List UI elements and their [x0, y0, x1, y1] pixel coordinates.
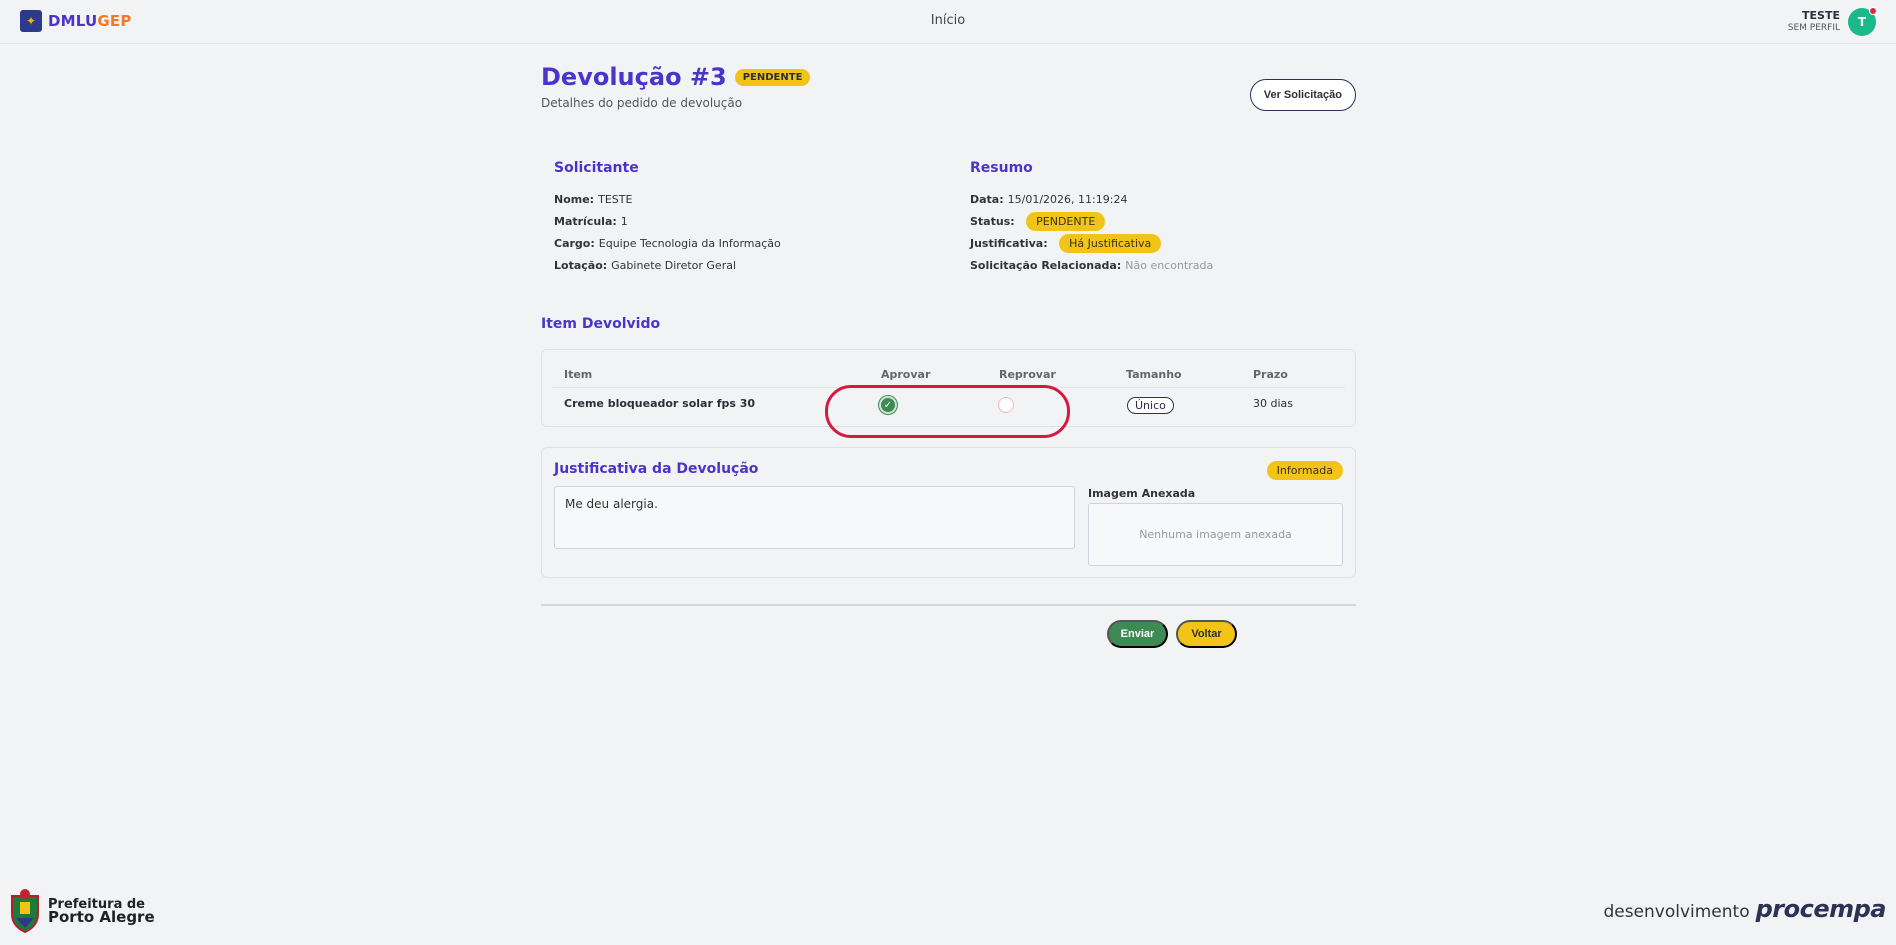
summary-related-row: Solicitação Relacionada: Não encontrada [970, 258, 1214, 272]
column-header: Reprovar [999, 368, 1056, 381]
requester-panel: Solicitante Nome: TESTE Matrícula: 1 Cargo… [554, 160, 781, 276]
dev-text: desenvolvimento [1603, 902, 1750, 922]
summary-status-row: Status: PENDENTE [970, 210, 1213, 232]
item-name: Creme bloqueador solar fps 30 [564, 397, 756, 410]
nav-home-link[interactable]: Início [0, 13, 1896, 28]
prefeitura-logo: Prefeitura de Porto Alegre [6, 888, 155, 934]
divider [541, 604, 1356, 606]
column-header: Aprovar [881, 368, 931, 381]
city-line2: Porto Alegre [48, 908, 155, 926]
user-menu[interactable]: TESTE SEM PERFIL T [1787, 7, 1877, 36]
summary-panel: Resumo Data: 15/01/2026, 11:19:24 Status:… [970, 160, 1213, 276]
user-role: SEM PERFIL [1787, 23, 1840, 33]
view-request-button[interactable]: Ver Solicitação [1249, 79, 1356, 111]
page-title: Devolução #3 [541, 63, 727, 91]
avatar[interactable]: T [1848, 7, 1877, 36]
size-badge: Único [1127, 397, 1174, 414]
main-content: Devolução #3 PENDENTE Detalhes do pedido… [541, 60, 1356, 648]
image-placeholder: Nenhuma imagem anexada [1088, 503, 1343, 566]
back-button[interactable]: Voltar [1176, 620, 1237, 648]
justification-pill: Há Justificativa [1059, 233, 1162, 253]
status-pill: PENDENTE [1026, 211, 1106, 231]
justification-heading: Justificativa da Devolução [554, 461, 759, 477]
page-subtitle: Detalhes do pedido de devolução [541, 96, 743, 110]
column-header: Tamanho [1126, 368, 1182, 381]
send-button[interactable]: Enviar [1107, 620, 1168, 648]
crest-icon [11, 889, 39, 934]
items-heading: Item Devolvido [541, 316, 661, 332]
justification-badge: Informada [1266, 461, 1343, 480]
requester-location-row: Lotação: Gabinete Diretor Geral [554, 258, 737, 272]
summary-date-row: Data: 15/01/2026, 11:19:24 [970, 192, 1128, 206]
justification-card: Justificativa da Devolução Informada Me … [541, 447, 1356, 578]
summary-heading: Resumo [970, 160, 1033, 176]
requester-id-row: Matrícula: 1 [554, 214, 628, 228]
top-bar: ✦ DMLUGEP Início TESTE SEM PERFIL T [0, 0, 1896, 44]
brand-text: procempa [1755, 895, 1887, 923]
highlight-annotation [825, 385, 1070, 438]
notification-dot [1869, 7, 1877, 15]
column-header: Item [564, 368, 593, 381]
requester-role-row: Cargo: Equipe Tecnologia da Informação [554, 236, 781, 250]
procempa-logo: desenvolvimento procempa [1603, 895, 1886, 923]
requester-heading: Solicitante [554, 160, 639, 176]
user-name: TESTE [1802, 9, 1840, 22]
image-label: Imagem Anexada [1088, 487, 1196, 500]
summary-justification-row: Justificativa: Há Justificativa [970, 232, 1213, 254]
column-header: Prazo [1253, 368, 1288, 381]
status-badge: PENDENTE [734, 68, 811, 86]
items-table: Item Aprovar Reprovar Tamanho Prazo Crem… [541, 349, 1356, 438]
requester-name-row: Nome: TESTE [554, 192, 633, 206]
justification-text: Me deu alergia. [554, 486, 1075, 549]
deadline-value: 30 dias [1253, 397, 1294, 410]
